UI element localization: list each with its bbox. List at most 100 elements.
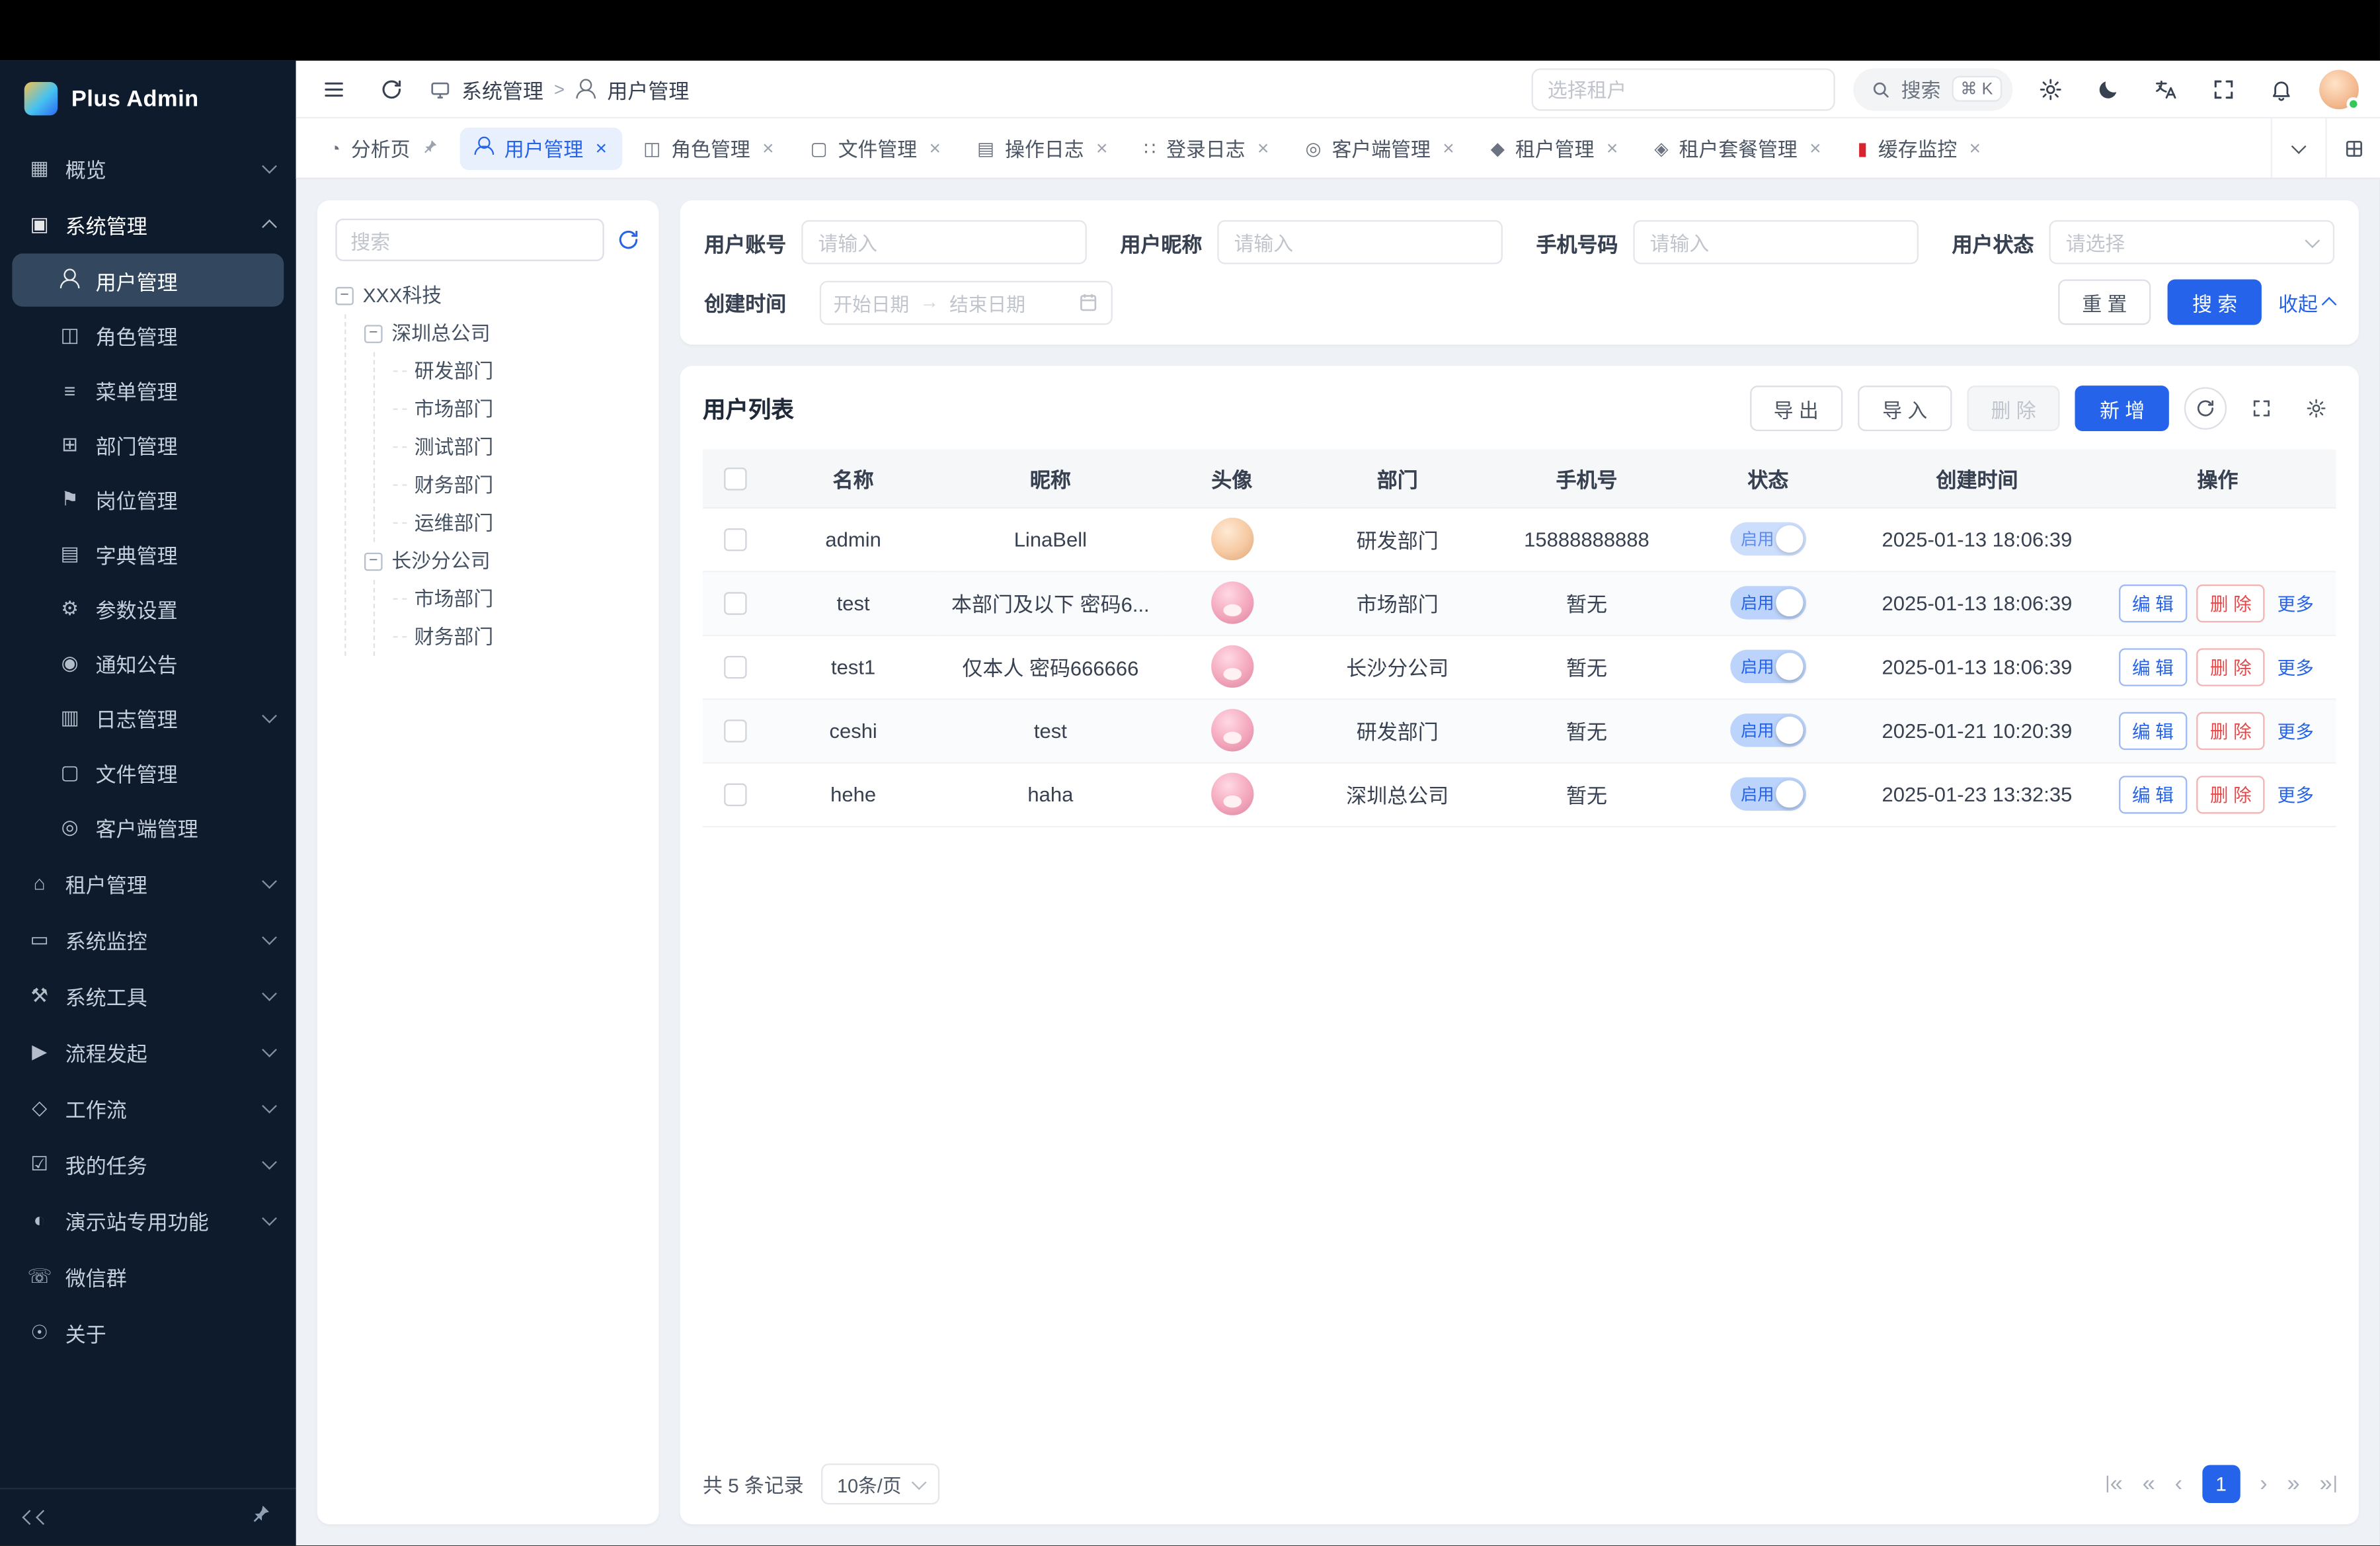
sidebar-item-about[interactable]: ☉关于 bbox=[0, 1304, 296, 1360]
global-search-button[interactable]: 搜索 ⌘ K bbox=[1852, 67, 2012, 110]
tree-collapse-icon[interactable]: − bbox=[364, 552, 383, 571]
dark-mode-moon-icon[interactable] bbox=[2088, 69, 2128, 108]
tab-layout-button[interactable] bbox=[2325, 118, 2380, 178]
tab-analysis[interactable]: ◔分析页 bbox=[314, 127, 454, 169]
first-page-button[interactable]: « bbox=[2106, 1473, 2123, 1495]
add-button[interactable]: 新 增 bbox=[2075, 386, 2168, 431]
tree-leaf-dept[interactable]: 市场部门 bbox=[393, 390, 641, 428]
sidebar-item-dept-mgmt[interactable]: ⊞部门管理 bbox=[0, 417, 296, 472]
row-checkbox[interactable] bbox=[723, 719, 746, 742]
tree-refresh-icon[interactable] bbox=[616, 227, 641, 252]
sidebar-item-role-mgmt[interactable]: ◫角色管理 bbox=[0, 308, 296, 363]
tab-list-dropdown-button[interactable] bbox=[2271, 118, 2326, 178]
select-all-checkbox[interactable] bbox=[723, 467, 746, 489]
hamburger-menu-icon[interactable] bbox=[314, 69, 354, 108]
reset-button[interactable]: 重 置 bbox=[2058, 279, 2151, 325]
close-icon[interactable]: × bbox=[596, 137, 607, 159]
tree-leaf-dept[interactable]: 财务部门 bbox=[393, 466, 641, 504]
row-checkbox[interactable] bbox=[723, 656, 746, 678]
status-toggle[interactable]: 启用 bbox=[1730, 650, 1806, 684]
status-toggle[interactable]: 启用 bbox=[1730, 522, 1806, 556]
collapse-filter-link[interactable]: 收起 bbox=[2278, 288, 2334, 317]
sidebar-item-monitor[interactable]: ▭系统监控 bbox=[0, 911, 296, 967]
close-icon[interactable]: × bbox=[1809, 137, 1821, 159]
sidebar-item-tools[interactable]: ⚒系统工具 bbox=[0, 967, 296, 1023]
close-icon[interactable]: × bbox=[1257, 137, 1269, 159]
translate-icon[interactable] bbox=[2146, 69, 2186, 108]
tab-operation-log[interactable]: ▤操作日志× bbox=[962, 127, 1123, 169]
close-icon[interactable]: × bbox=[1096, 137, 1107, 159]
sidebar-item-notice[interactable]: ◉通知公告 bbox=[0, 636, 296, 691]
sidebar-item-menu-mgmt[interactable]: ≡菜单管理 bbox=[0, 363, 296, 418]
sidebar-item-process[interactable]: ▶流程发起 bbox=[0, 1023, 296, 1079]
date-range-picker[interactable]: 开始日期 → 结束日期 bbox=[820, 280, 1113, 325]
user-nickname-input[interactable]: 请输入 bbox=[1217, 220, 1503, 264]
tree-leaf-dept[interactable]: 市场部门 bbox=[393, 580, 641, 618]
tab-tenant-mgmt[interactable]: ◆租户管理× bbox=[1476, 127, 1633, 169]
row-checkbox[interactable] bbox=[723, 592, 746, 614]
tab-cache-monitor[interactable]: ▮缓存监控× bbox=[1843, 127, 1996, 169]
more-button[interactable]: 更多 bbox=[2274, 647, 2317, 685]
table-settings-icon[interactable] bbox=[2297, 389, 2336, 428]
next-jump-button[interactable]: » bbox=[2287, 1473, 2299, 1495]
bell-icon[interactable] bbox=[2262, 69, 2301, 108]
tree-leaf-dept[interactable]: 测试部门 bbox=[393, 428, 641, 466]
page-size-select[interactable]: 10条/页 bbox=[822, 1463, 939, 1504]
current-page-button[interactable]: 1 bbox=[2202, 1465, 2240, 1503]
phone-number-input[interactable]: 请输入 bbox=[1633, 220, 1919, 264]
tab-user-mgmt[interactable]: 用户管理× bbox=[460, 127, 622, 169]
delete-row-button[interactable]: 删 除 bbox=[2196, 647, 2265, 685]
table-refresh-icon[interactable] bbox=[2184, 387, 2227, 429]
sidebar-item-workflow[interactable]: ◇工作流 bbox=[0, 1079, 296, 1135]
delete-row-button[interactable]: 删 除 bbox=[2196, 712, 2265, 749]
sidebar-item-my-tasks[interactable]: ☑我的任务 bbox=[0, 1135, 296, 1192]
close-icon[interactable]: × bbox=[1969, 137, 1981, 159]
tree-leaf-dept[interactable]: 研发部门 bbox=[393, 352, 641, 390]
tab-login-log[interactable]: ∷登录日志× bbox=[1129, 127, 1285, 169]
tab-client-mgmt[interactable]: ◎客户端管理× bbox=[1290, 127, 1469, 169]
edit-button[interactable]: 编 辑 bbox=[2118, 712, 2187, 749]
status-toggle[interactable]: 启用 bbox=[1730, 586, 1806, 620]
import-button[interactable]: 导 入 bbox=[1858, 386, 1951, 431]
sidebar-item-user-mgmt[interactable]: 用户管理 bbox=[12, 253, 284, 306]
prev-jump-button[interactable]: « bbox=[2143, 1473, 2155, 1495]
last-page-button[interactable]: » bbox=[2319, 1473, 2336, 1495]
status-toggle[interactable]: 启用 bbox=[1730, 778, 1806, 811]
user-status-select[interactable]: 请选择 bbox=[2049, 220, 2334, 264]
breadcrumb-item[interactable]: 用户管理 bbox=[607, 73, 689, 104]
delete-row-button[interactable]: 删 除 bbox=[2196, 584, 2265, 622]
tree-search-input[interactable]: 搜索 bbox=[335, 219, 604, 261]
search-button[interactable]: 搜 索 bbox=[2168, 279, 2261, 325]
sidebar-item-param-settings[interactable]: ⚙参数设置 bbox=[0, 581, 296, 636]
sidebar-item-log-mgmt[interactable]: ▥日志管理 bbox=[0, 691, 296, 746]
fullscreen-icon[interactable] bbox=[2204, 69, 2244, 108]
status-toggle[interactable]: 启用 bbox=[1730, 713, 1806, 747]
next-page-button[interactable]: › bbox=[2260, 1473, 2267, 1495]
export-button[interactable]: 导 出 bbox=[1749, 386, 1843, 431]
pin-icon[interactable] bbox=[251, 1503, 272, 1532]
edit-button[interactable]: 编 辑 bbox=[2118, 775, 2187, 813]
sidebar-item-post-mgmt[interactable]: ⚑岗位管理 bbox=[0, 472, 296, 527]
sidebar-item-wechat-group[interactable]: ☏微信群 bbox=[0, 1248, 296, 1304]
tree-node-root[interactable]: −XXX科技 bbox=[335, 276, 640, 314]
delete-button[interactable]: 删 除 bbox=[1967, 386, 2060, 431]
tree-node-company[interactable]: −长沙分公司 bbox=[364, 542, 641, 580]
more-button[interactable]: 更多 bbox=[2274, 712, 2317, 749]
delete-row-button[interactable]: 删 除 bbox=[2196, 775, 2265, 813]
close-icon[interactable]: × bbox=[762, 137, 774, 159]
pin-icon[interactable] bbox=[422, 137, 439, 159]
more-button[interactable]: 更多 bbox=[2274, 584, 2317, 622]
user-avatar[interactable] bbox=[2319, 69, 2359, 108]
tree-leaf-dept[interactable]: 运维部门 bbox=[393, 504, 641, 542]
close-icon[interactable]: × bbox=[1606, 137, 1618, 159]
tenant-select-input[interactable]: 选择租户 bbox=[1531, 67, 1835, 110]
edit-button[interactable]: 编 辑 bbox=[2118, 584, 2187, 622]
tab-tenant-package-mgmt[interactable]: ◈租户套餐管理× bbox=[1639, 127, 1836, 169]
sidebar-item-system[interactable]: ▣系统管理 bbox=[0, 196, 296, 252]
app-logo[interactable]: Plus Admin bbox=[0, 61, 296, 134]
collapse-sidebar-button[interactable] bbox=[24, 1512, 49, 1523]
close-icon[interactable]: × bbox=[930, 137, 941, 159]
prev-page-button[interactable]: ‹ bbox=[2175, 1473, 2182, 1495]
refresh-icon[interactable] bbox=[372, 69, 411, 108]
tree-collapse-icon[interactable]: − bbox=[364, 324, 383, 343]
